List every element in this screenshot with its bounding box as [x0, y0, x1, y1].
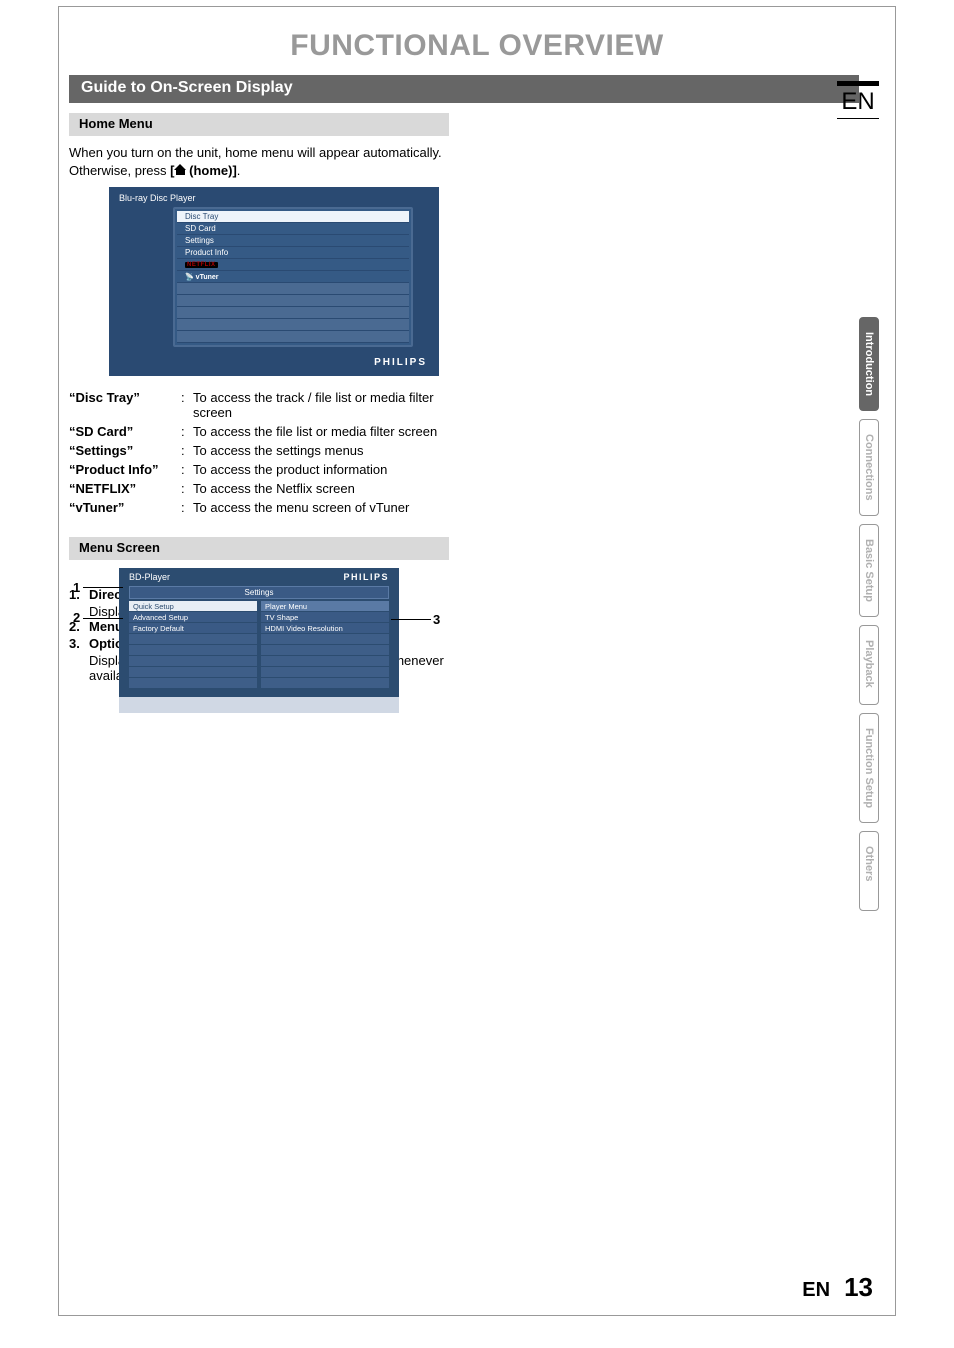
menu-row-empty [261, 645, 389, 656]
tv-row-empty [177, 307, 409, 319]
intro-part-1: When you turn on the unit, home menu wil… [69, 145, 442, 178]
list-num-3: 3. [69, 636, 89, 651]
menu-row-empty [261, 634, 389, 645]
intro-paragraph: When you turn on the unit, home menu wil… [69, 144, 449, 179]
menu-tv-header: BD-Player [129, 572, 170, 582]
menu-row-empty [129, 645, 257, 656]
menu-screen-screenshot: BD-Player PHILIPS Settings Quick Setup A… [119, 568, 399, 713]
tab-connections[interactable]: Connections [859, 419, 879, 516]
definition-list: “Disc Tray”:To access the track / file l… [69, 390, 459, 515]
footer-page-number: 13 [844, 1272, 873, 1303]
def-term-sd-card: “SD Card” [69, 424, 181, 439]
menu-row-factory-default: Factory Default [129, 623, 257, 634]
netflix-badge: NETFLIX [185, 262, 218, 268]
def-desc: To access the menu screen of vTuner [193, 500, 459, 515]
menu-row-empty [129, 656, 257, 667]
tab-function-setup[interactable]: Function Setup [859, 713, 879, 823]
tv-row-empty [177, 283, 409, 295]
callout-2: 2 [73, 610, 80, 625]
tab-playback[interactable]: Playback [859, 625, 879, 705]
tv-header: Blu-ray Disc Player [109, 187, 439, 205]
menu-left-col: Quick Setup Advanced Setup Factory Defau… [129, 601, 257, 689]
tv-row-disc-tray: Disc Tray [177, 211, 409, 223]
menu-row-empty [261, 656, 389, 667]
vtuner-badge: 📡 vTuner [185, 273, 219, 281]
def-row: “Settings”:To access the settings menus [69, 443, 459, 458]
def-term-vtuner: “vTuner” [69, 500, 181, 515]
tv-row-empty [177, 331, 409, 343]
def-desc: To access the file list or media filter … [193, 424, 459, 439]
def-row: “Product Info”:To access the product inf… [69, 462, 459, 477]
def-desc: To access the settings menus [193, 443, 459, 458]
page-footer: EN 13 [802, 1272, 873, 1303]
footer-lang: EN [802, 1279, 830, 1302]
page-title: FUNCTIONAL OVERVIEW [59, 29, 895, 63]
breadcrumb: Settings [129, 586, 389, 599]
menu-tv-brand: PHILIPS [343, 572, 389, 582]
tv-brand: PHILIPS [109, 355, 439, 376]
menu-row-empty [261, 678, 389, 689]
tab-others[interactable]: Others [859, 831, 879, 911]
tv-row-empty [177, 319, 409, 331]
def-row: “Disc Tray”:To access the track / file l… [69, 390, 459, 420]
home-menu-screenshot: Blu-ray Disc Player Disc Tray SD Card Se… [109, 187, 439, 376]
callout-3: 3 [433, 612, 440, 627]
menu-footer-bar [119, 697, 399, 713]
def-row: “NETFLIX”:To access the Netflix screen [69, 481, 459, 496]
home-icon [175, 165, 186, 176]
tv-row-empty [177, 295, 409, 307]
tv-row-vtuner: 📡 vTuner [177, 271, 409, 283]
tv-row-product-info: Product Info [177, 247, 409, 259]
menu-row-empty [129, 667, 257, 678]
def-desc: To access the Netflix screen [193, 481, 459, 496]
tv-row-netflix: NETFLIX [177, 259, 409, 271]
tv-row-sd-card: SD Card [177, 223, 409, 235]
def-term-settings: “Settings” [69, 443, 181, 458]
menu-row-quick-setup: Quick Setup [129, 601, 257, 612]
menu-row-hdmi: HDMI Video Resolution [261, 623, 389, 634]
subsection-home-menu: Home Menu [69, 113, 449, 136]
def-row: “vTuner”:To access the menu screen of vT… [69, 500, 459, 515]
page-frame: FUNCTIONAL OVERVIEW EN Guide to On-Scree… [58, 6, 896, 1316]
tab-introduction[interactable]: Introduction [859, 317, 879, 411]
menu-row-empty [129, 634, 257, 645]
menu-right-col: Player Menu TV Shape HDMI Video Resoluti… [261, 601, 389, 689]
side-tabs: Introduction Connections Basic Setup Pla… [859, 317, 879, 911]
callout-1: 1 [73, 580, 80, 595]
intro-home-label: (home)] [186, 163, 237, 178]
def-term-disc-tray: “Disc Tray” [69, 390, 181, 405]
def-row: “SD Card”:To access the file list or med… [69, 424, 459, 439]
menu-row-tv-shape: TV Shape [261, 612, 389, 623]
tv-row-settings: Settings [177, 235, 409, 247]
menu-row-empty [261, 667, 389, 678]
menu-row-player-menu: Player Menu [261, 601, 389, 612]
def-desc: To access the track / file list or media… [193, 390, 459, 420]
language-badge: EN [837, 81, 879, 119]
tab-basic-setup[interactable]: Basic Setup [859, 524, 879, 617]
def-desc: To access the product information [193, 462, 459, 477]
intro-period: . [237, 163, 241, 178]
section-guide: Guide to On-Screen Display [69, 75, 859, 103]
def-term-netflix: “NETFLIX” [69, 481, 181, 496]
menu-row-empty [129, 678, 257, 689]
language-code: EN [841, 88, 874, 115]
subsection-menu-screen: Menu Screen [69, 537, 449, 560]
menu-row-advanced-setup: Advanced Setup [129, 612, 257, 623]
def-term-product-info: “Product Info” [69, 462, 181, 477]
